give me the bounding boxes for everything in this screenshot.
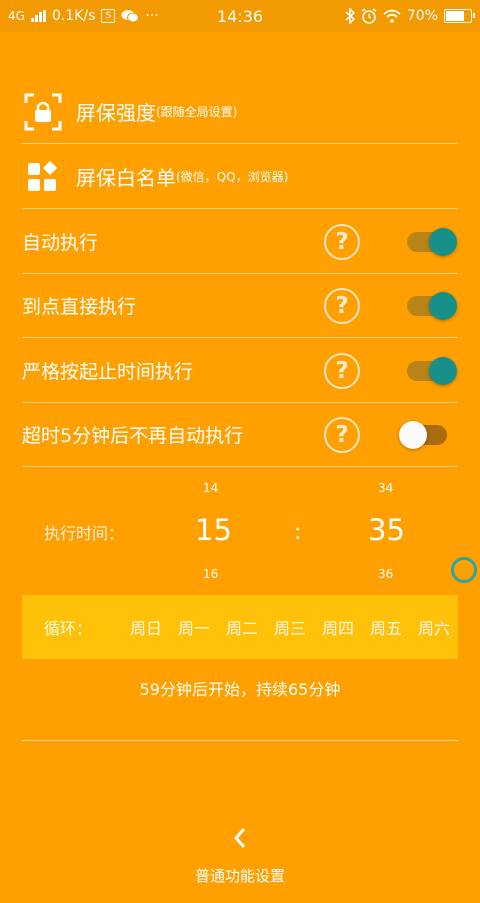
battery-fill: [446, 11, 465, 21]
hour-next[interactable]: 16: [203, 567, 218, 581]
toggle-row-strict-time: 严格按起止时间执行 ?: [22, 339, 458, 403]
status-right: 70%: [345, 8, 475, 24]
minute-prev[interactable]: 34: [378, 481, 393, 495]
help-icon[interactable]: ?: [324, 224, 360, 260]
day-thursday[interactable]: 周四: [314, 615, 362, 639]
bluetooth-icon: [345, 8, 355, 24]
divider: [22, 740, 458, 741]
screen-strength-title: 屏保强度: [76, 101, 156, 125]
whitelist-title: 屏保白名单: [76, 166, 176, 190]
exec-time-label: 执行时间：: [44, 524, 125, 543]
auto-run-switch[interactable]: [407, 228, 457, 256]
switch-knob: [429, 292, 457, 320]
day-tuesday[interactable]: 周二: [218, 615, 266, 639]
alarm-icon: [361, 8, 377, 24]
day-wednesday[interactable]: 周三: [266, 615, 314, 639]
whitelist-sub: (微信，QQ，浏览器): [176, 170, 289, 184]
day-friday[interactable]: 周五: [362, 615, 410, 639]
s-notification-icon: S: [101, 9, 116, 23]
general-settings-link[interactable]: 普通功能设置: [0, 865, 480, 886]
toggle-row-run-on-time: 到点直接执行 ?: [22, 274, 458, 338]
screen-strength-sub: (跟随全局设置): [156, 105, 238, 119]
hour-picker[interactable]: 15: [195, 513, 232, 547]
switch-knob: [429, 228, 457, 256]
toggle-label: 超时5分钟后不再自动执行: [22, 425, 244, 447]
day-saturday[interactable]: 周六: [410, 615, 458, 639]
battery-icon: [444, 9, 475, 23]
switch-knob: [429, 357, 457, 385]
status-bar: 4G 0.1K/s S ··· 14:36 70%: [0, 0, 480, 32]
wifi-icon: [383, 9, 401, 23]
schedule-summary: 59分钟后开始，持续65分钟: [139, 680, 341, 699]
network-type: 4G: [8, 9, 25, 23]
whitelist-row[interactable]: 屏保白名单 (微信，QQ，浏览器): [22, 145, 458, 209]
timeout-switch[interactable]: [399, 421, 447, 449]
more-notifications: ···: [145, 8, 159, 24]
toggle-label: 自动执行: [22, 232, 99, 254]
help-icon[interactable]: ?: [324, 417, 360, 453]
switch-knob: [399, 421, 427, 449]
cycle-label: 循环：: [44, 619, 93, 638]
apps-icon: [22, 156, 64, 198]
net-speed: 0.1K/s: [51, 8, 96, 24]
screen-strength-row[interactable]: 屏保强度 (跟随全局设置): [22, 80, 458, 144]
toggle-label: 到点直接执行: [22, 296, 137, 318]
help-icon[interactable]: ?: [324, 288, 360, 324]
signal-icon: [30, 10, 46, 22]
run-on-time-switch[interactable]: [407, 292, 457, 320]
lock-icon: [22, 91, 64, 133]
s-notification-text: S: [105, 11, 112, 21]
cycle-bar: 循环： 周日 周一 周二 周三 周四 周五 周六: [22, 595, 458, 659]
toggle-label: 严格按起止时间执行: [22, 361, 194, 383]
floating-ring-icon[interactable]: [451, 557, 477, 583]
minute-next[interactable]: 36: [378, 567, 393, 581]
help-icon[interactable]: ?: [324, 353, 360, 389]
day-monday[interactable]: 周一: [170, 615, 218, 639]
clock: 14:36: [216, 6, 264, 26]
strict-time-switch[interactable]: [407, 357, 457, 385]
minute-picker[interactable]: 35: [368, 513, 405, 547]
toggle-row-timeout: 超时5分钟后不再自动执行 ?: [22, 403, 458, 467]
status-left: 4G 0.1K/s S ···: [8, 8, 159, 24]
day-sunday[interactable]: 周日: [122, 615, 170, 639]
hour-prev[interactable]: 14: [203, 481, 218, 495]
wechat-icon: [121, 10, 140, 23]
battery-percent: 70%: [406, 8, 438, 24]
toggle-row-auto-run: 自动执行 ?: [22, 210, 458, 274]
time-separator: :: [294, 520, 302, 545]
chevron-left-icon[interactable]: [225, 826, 255, 850]
